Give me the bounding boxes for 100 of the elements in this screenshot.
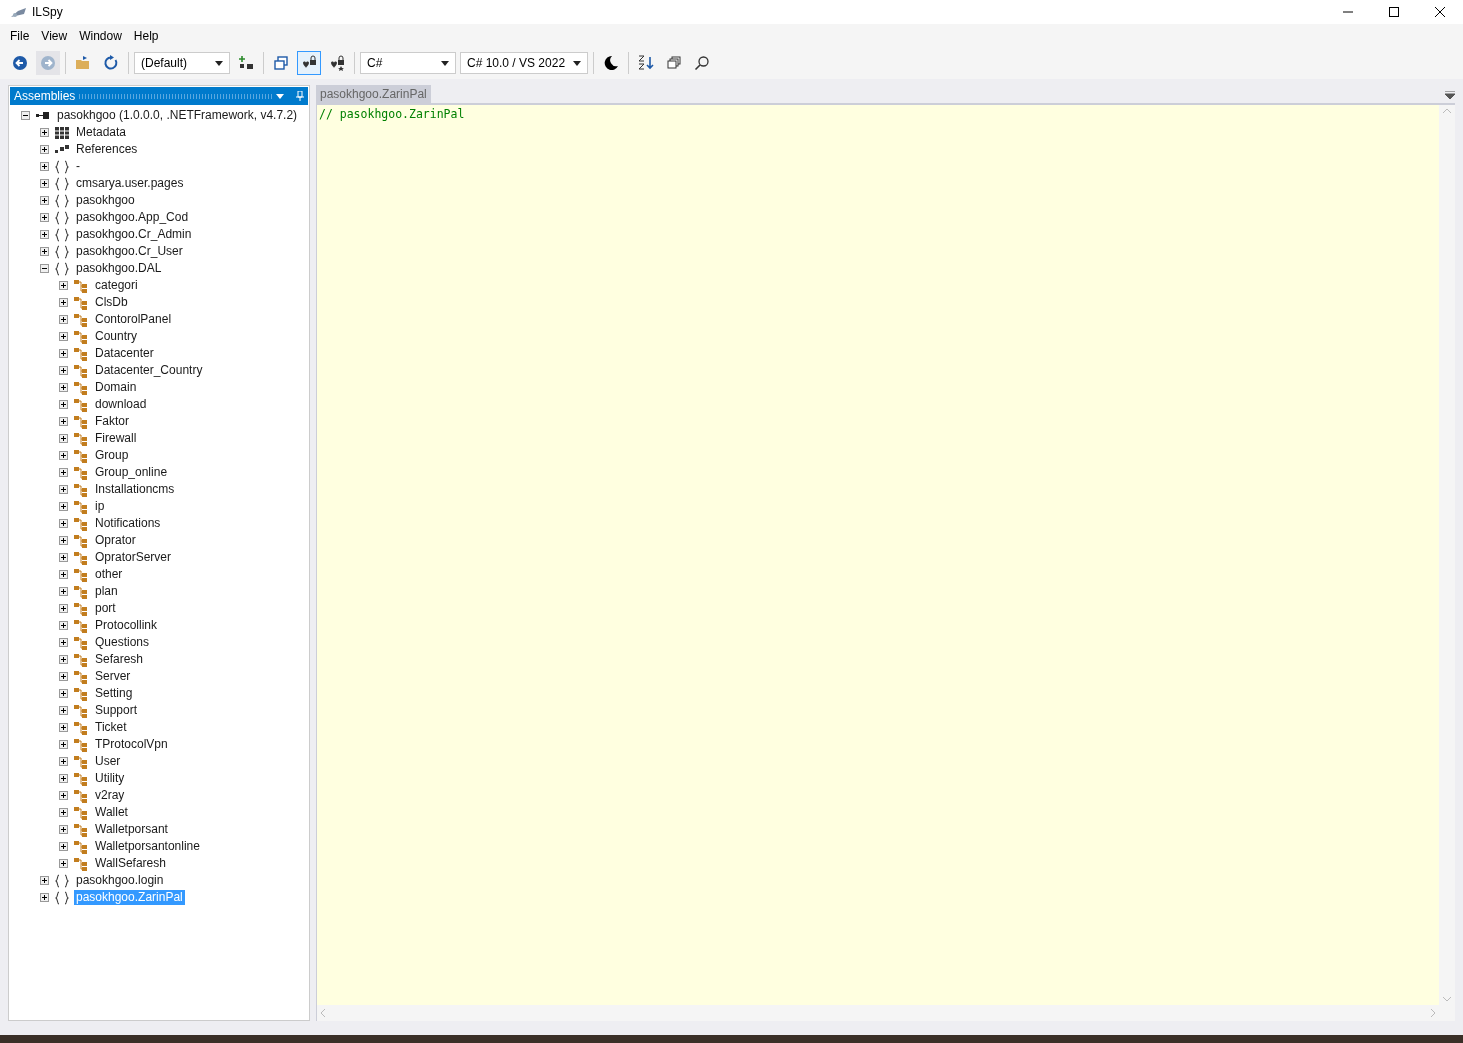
tree-item[interactable]: ClsDb	[93, 295, 130, 310]
tree-item[interactable]: pasokhgoo.Cr_User	[74, 244, 185, 259]
maximize-icon[interactable]	[1389, 7, 1399, 17]
expand-toggle[interactable]	[59, 536, 68, 545]
expand-toggle[interactable]	[40, 213, 49, 222]
tree-item[interactable]: ip	[93, 499, 107, 514]
expand-toggle[interactable]	[40, 145, 49, 154]
tree-item[interactable]: Datacenter	[93, 346, 156, 361]
tree-item[interactable]: Walletporsantonline	[93, 839, 202, 854]
expand-toggle[interactable]	[59, 383, 68, 392]
expand-toggle[interactable]	[59, 315, 68, 324]
expand-toggle[interactable]	[59, 366, 68, 375]
dropdown-arrow-icon[interactable]	[276, 93, 284, 99]
tree-item[interactable]: Metadata	[74, 125, 129, 140]
document-tab[interactable]: pasokhgoo.ZarinPal	[316, 85, 431, 103]
expand-toggle[interactable]	[59, 604, 68, 613]
tree-item[interactable]: Questions	[93, 635, 152, 650]
tree-item[interactable]: Oprator	[93, 533, 138, 548]
expand-toggle[interactable]	[40, 128, 49, 137]
expand-toggle[interactable]	[59, 519, 68, 528]
expand-toggle[interactable]	[59, 587, 68, 596]
tree-item[interactable]: pasokhgoo	[74, 193, 137, 208]
tree-item[interactable]: pasokhgoo.login	[74, 873, 166, 888]
expand-toggle[interactable]	[59, 281, 68, 290]
tree-item[interactable]: plan	[93, 584, 120, 599]
pin-icon[interactable]	[296, 91, 304, 101]
expand-toggle[interactable]	[59, 655, 68, 664]
tree-item[interactable]: Ticket	[93, 720, 129, 735]
expand-toggle[interactable]	[40, 876, 49, 885]
menu-item[interactable]: File	[4, 26, 36, 45]
expand-toggle[interactable]	[59, 774, 68, 783]
tree-item[interactable]: Notifications	[93, 516, 163, 531]
tree-item[interactable]: TProtocolVpn	[93, 737, 170, 752]
expand-toggle[interactable]	[40, 893, 49, 902]
collapse-toggle[interactable]	[40, 264, 49, 273]
tree-item[interactable]: port	[93, 601, 118, 616]
dropdown[interactable]: (Default)	[134, 52, 230, 74]
expand-toggle[interactable]	[59, 298, 68, 307]
expand-toggle[interactable]	[59, 706, 68, 715]
expand-toggle[interactable]	[59, 859, 68, 868]
expand-toggle[interactable]	[59, 400, 68, 409]
expand-toggle[interactable]	[59, 332, 68, 341]
menu-item[interactable]: Help	[127, 26, 165, 45]
tree-item[interactable]: Group	[93, 448, 131, 463]
tree-item[interactable]: Firewall	[93, 431, 139, 446]
expand-toggle[interactable]	[59, 553, 68, 562]
tree-item[interactable]: download	[93, 397, 149, 412]
expand-toggle[interactable]	[59, 417, 68, 426]
tree-item[interactable]: Wallet	[93, 805, 130, 820]
menu-item[interactable]: Window	[73, 26, 128, 45]
tree-item[interactable]: Datacenter_Country	[93, 363, 205, 378]
tree-item[interactable]: Group_online	[93, 465, 170, 480]
tree-item[interactable]: pasokhgoo.Cr_Admin	[74, 227, 194, 242]
menu-arrow-icon[interactable]	[1445, 91, 1455, 99]
expand-toggle[interactable]	[59, 502, 68, 511]
tree-item[interactable]: Support	[93, 703, 140, 718]
toolbar-button[interactable]	[297, 51, 321, 75]
expand-toggle[interactable]	[40, 162, 49, 171]
tree-item[interactable]: other	[93, 567, 125, 582]
tree-item[interactable]: User	[93, 754, 123, 769]
tree-item[interactable]: Setting	[93, 686, 135, 701]
tree-item[interactable]: Domain	[93, 380, 139, 395]
expand-toggle[interactable]	[40, 230, 49, 239]
tree-item[interactable]: Country	[93, 329, 140, 344]
tree-item[interactable]: v2ray	[93, 788, 127, 803]
expand-toggle[interactable]	[59, 570, 68, 579]
expand-toggle[interactable]	[59, 740, 68, 749]
tree-item[interactable]: pasokhgoo.App_Cod	[74, 210, 191, 225]
tree-item[interactable]: -	[74, 159, 82, 174]
collapse-toggle[interactable]	[21, 111, 30, 120]
expand-toggle[interactable]	[59, 349, 68, 358]
expand-toggle[interactable]	[59, 723, 68, 732]
close-icon[interactable]	[1435, 7, 1445, 17]
tree-item[interactable]: WallSefaresh	[93, 856, 168, 871]
expand-toggle[interactable]	[40, 179, 49, 188]
expand-toggle[interactable]	[59, 808, 68, 817]
expand-toggle[interactable]	[59, 638, 68, 647]
expand-toggle[interactable]	[59, 825, 68, 834]
dropdown[interactable]: C#	[360, 52, 456, 74]
expand-toggle[interactable]	[59, 842, 68, 851]
tree-item[interactable]: pasokhgoo.DAL	[74, 261, 164, 276]
tree-item[interactable]: Faktor	[93, 414, 131, 429]
tree-item[interactable]: Walletporsant	[93, 822, 170, 837]
expand-toggle[interactable]	[40, 247, 49, 256]
tree-item[interactable]: Sefaresh	[93, 652, 146, 667]
tree-item[interactable]: categori	[93, 278, 140, 293]
expand-toggle[interactable]	[59, 434, 68, 443]
tree-item[interactable]: Utility	[93, 771, 127, 786]
expand-toggle[interactable]	[59, 689, 68, 698]
dropdown[interactable]: C# 10.0 / VS 2022	[460, 52, 589, 74]
tree-item[interactable]: Protocollink	[93, 618, 160, 633]
tree-item[interactable]: OpratorServer	[93, 550, 174, 565]
expand-toggle[interactable]	[59, 621, 68, 630]
menu-item[interactable]: View	[35, 26, 74, 45]
expand-toggle[interactable]	[59, 485, 68, 494]
expand-toggle[interactable]	[59, 672, 68, 681]
tree-item[interactable]: pasokhgoo (1.0.0.0, .NETFramework, v4.7.2)	[55, 108, 300, 123]
tree-item[interactable]: References	[74, 142, 140, 157]
expand-toggle[interactable]	[59, 468, 68, 477]
tree-item[interactable]: Installationcms	[93, 482, 177, 497]
